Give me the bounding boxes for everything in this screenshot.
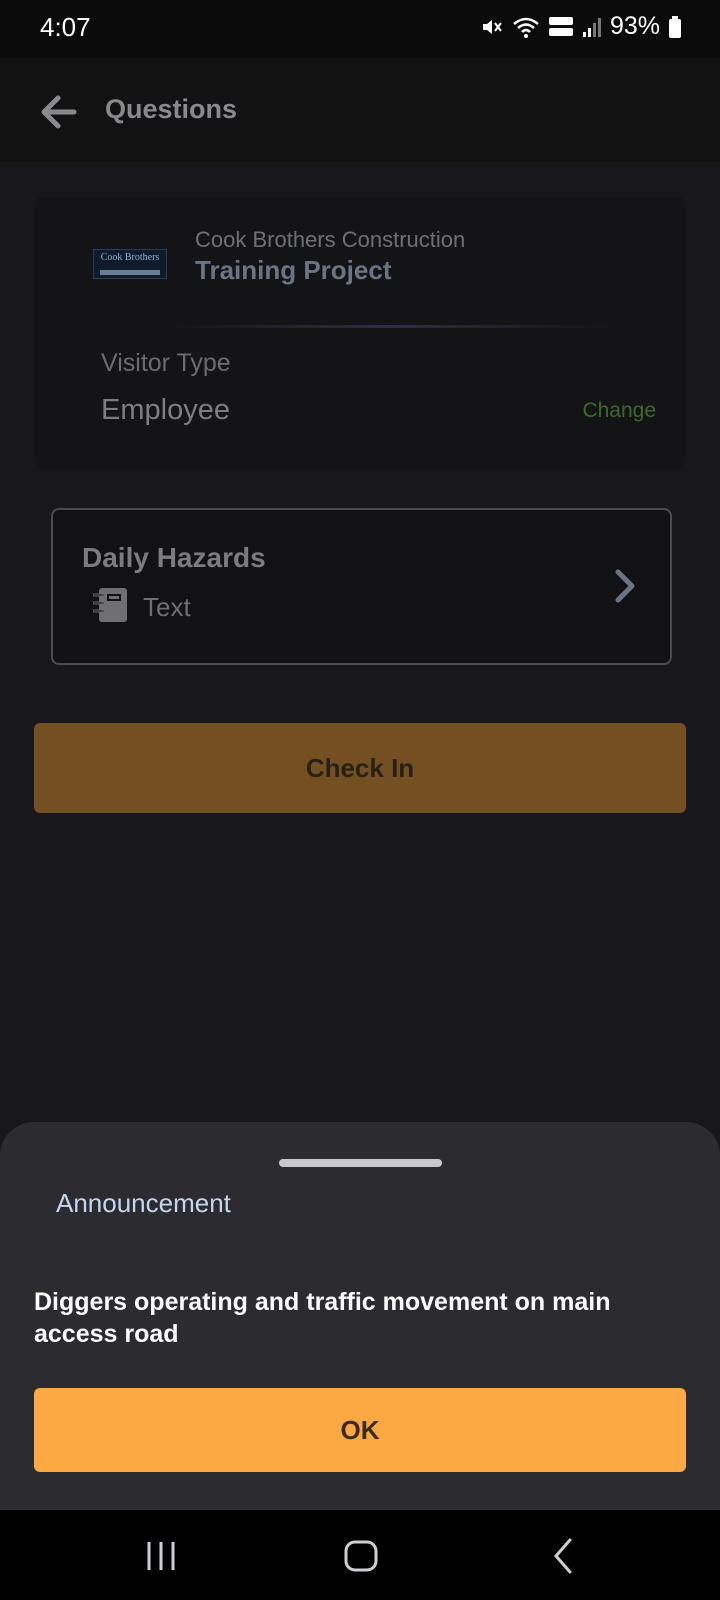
announcement-message: Diggers operating and traffic movement o… bbox=[34, 1288, 611, 1348]
logo-text: Cook Brothers bbox=[100, 252, 160, 263]
project-card: Cook Brothers Cook Brothers Construction… bbox=[34, 197, 686, 469]
battery-percent: 93% bbox=[609, 12, 660, 40]
ok-button[interactable]: OK bbox=[34, 1388, 686, 1472]
company-logo: Cook Brothers bbox=[93, 249, 167, 279]
announcement-title: Announcement bbox=[56, 1188, 231, 1218]
question-title: Daily Hazards bbox=[82, 542, 266, 573]
recents-icon[interactable] bbox=[137, 1532, 185, 1580]
card-divider bbox=[164, 325, 614, 328]
back-nav-icon[interactable] bbox=[540, 1532, 588, 1580]
wifi-icon bbox=[513, 17, 539, 38]
project-name: Training Project bbox=[195, 255, 392, 285]
status-bar: 4:07 93% bbox=[0, 0, 720, 58]
status-icons: 93% bbox=[480, 12, 682, 41]
logo-underline bbox=[100, 270, 160, 275]
announcement-sheet: Announcement Diggers operating and traff… bbox=[0, 1122, 720, 1510]
check-in-button[interactable]: Check In bbox=[34, 723, 686, 813]
status-time: 4:07 bbox=[40, 12, 91, 42]
home-icon[interactable] bbox=[337, 1532, 385, 1580]
notebook-icon bbox=[93, 588, 127, 622]
battery-icon bbox=[669, 15, 681, 38]
visitor-type-value: Employee bbox=[101, 394, 230, 426]
page-title: Questions bbox=[105, 94, 238, 124]
sheet-drag-handle[interactable] bbox=[279, 1159, 442, 1167]
signal-icon bbox=[582, 17, 601, 37]
arrow-left-icon[interactable] bbox=[38, 92, 78, 132]
company-name: Cook Brothers Construction bbox=[195, 227, 466, 252]
change-visitor-type-link[interactable]: Change bbox=[582, 399, 656, 423]
system-nav-bar bbox=[0, 1510, 720, 1600]
volte-lte2-icon bbox=[548, 16, 573, 36]
chevron-right-icon bbox=[615, 569, 635, 603]
app-bar: Questions bbox=[0, 58, 720, 162]
mute-icon bbox=[482, 19, 502, 34]
visitor-type-label: Visitor Type bbox=[101, 349, 231, 377]
question-item-daily-hazards[interactable]: Daily Hazards Text bbox=[51, 508, 672, 665]
question-type: Text bbox=[143, 592, 191, 622]
